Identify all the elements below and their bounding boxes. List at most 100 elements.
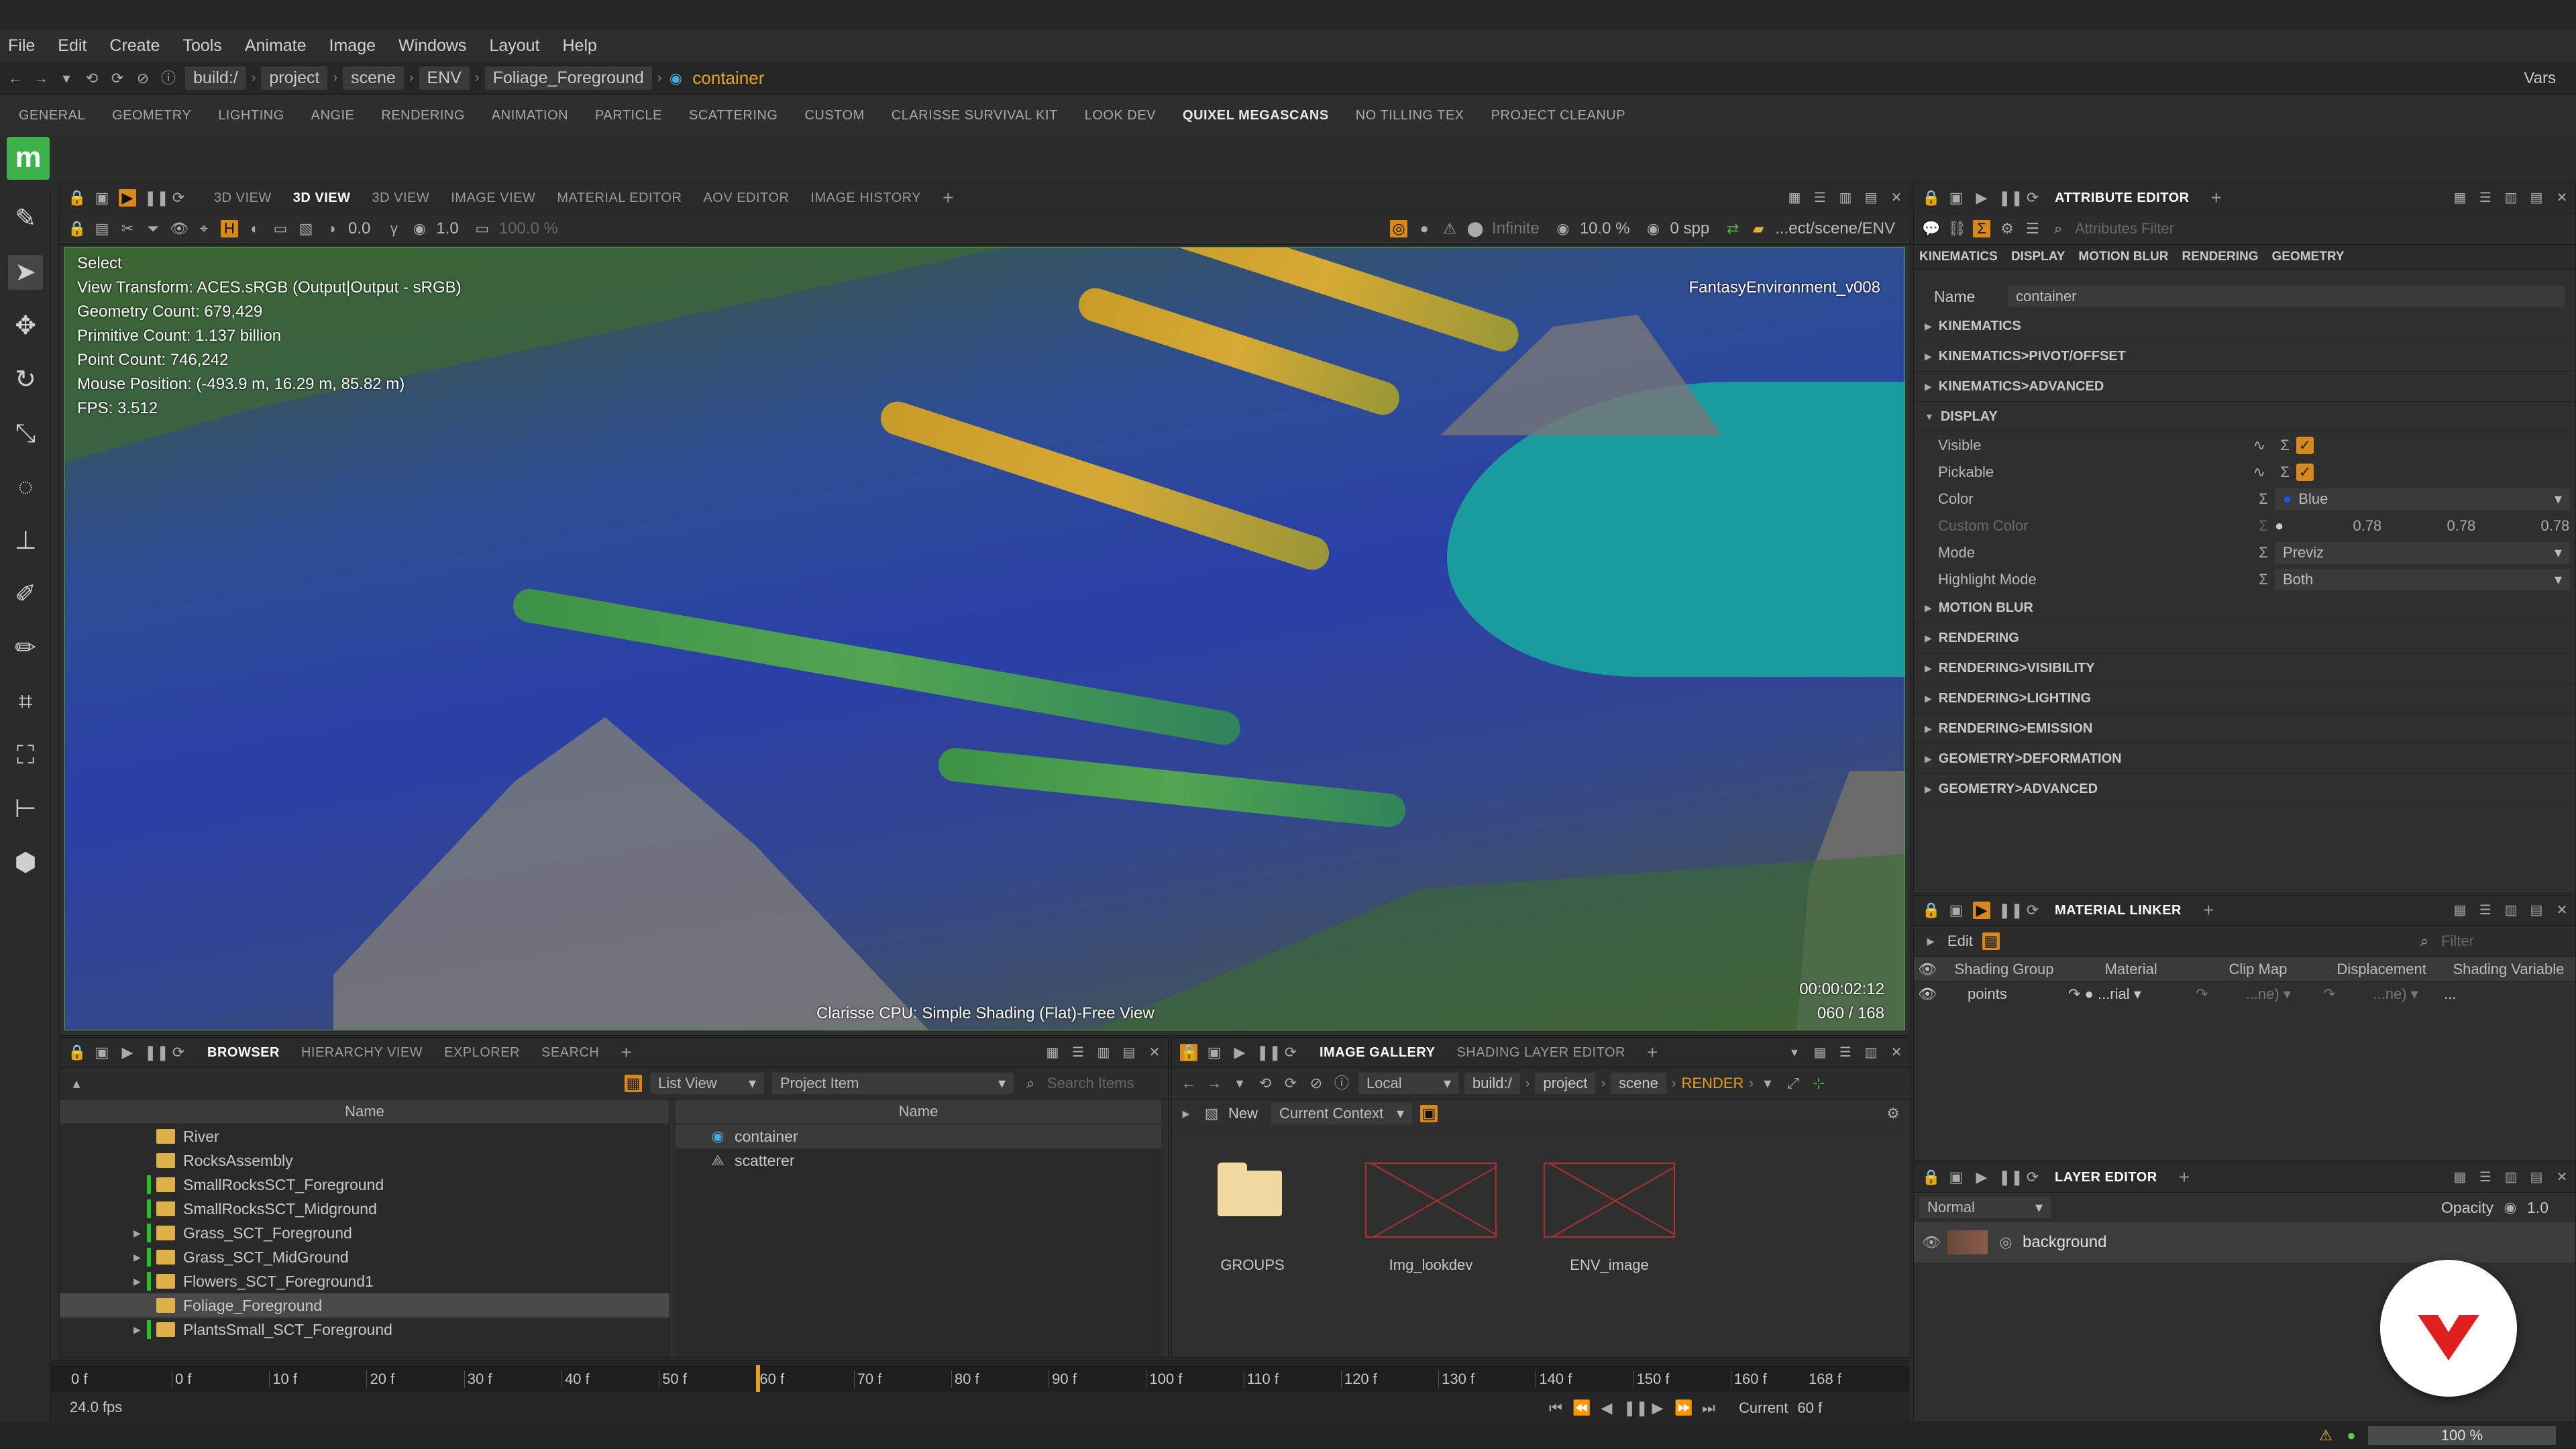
orbit-icon[interactable]: ◌ — [8, 470, 43, 504]
shelf-tab[interactable]: CLARISSE SURVIVAL KIT — [892, 108, 1058, 123]
settings-icon[interactable]: ⚙ — [1884, 1105, 1902, 1122]
layout-cols-icon[interactable]: ▥ — [1837, 190, 1854, 206]
frame-icon[interactable]: ⛶ — [8, 738, 43, 773]
target-icon[interactable]: ⌖ — [195, 220, 213, 237]
crop-icon[interactable]: ⌗ — [8, 684, 43, 719]
refresh-icon[interactable]: ⟳ — [109, 70, 126, 87]
tree-row[interactable]: River — [60, 1124, 669, 1148]
section-display[interactable]: ▼ DISPLAY — [1914, 402, 2575, 432]
tab-search[interactable]: SEARCH — [541, 1045, 599, 1061]
percent-value[interactable]: 10.0 % — [1580, 219, 1630, 238]
render-crumb[interactable]: RENDER — [1682, 1075, 1744, 1092]
display-icon[interactable]: ▭ — [272, 220, 289, 237]
lock-icon[interactable]: 🔒 — [68, 1044, 86, 1061]
refresh-icon[interactable]: ⟳ — [170, 189, 187, 207]
sigma-icon[interactable]: Σ — [2276, 437, 2294, 454]
tree-row[interactable]: ▶ Flowers_SCT_Foreground1 — [60, 1269, 669, 1293]
lock-icon[interactable]: 🔒 — [68, 220, 86, 237]
lock-icon[interactable]: 🔒 — [68, 189, 86, 207]
3d-viewport[interactable]: Select View Transform: ACES.sRGB (Output… — [64, 247, 1905, 1030]
shading-icon[interactable]: ◐ — [246, 220, 264, 237]
section-rendering-emission[interactable]: ▶ RENDERING>EMISSION — [1914, 714, 2575, 744]
mode-dropdown[interactable]: Previz ▾ — [2275, 542, 2570, 564]
tab-3d-view[interactable]: 3D VIEW — [214, 191, 272, 206]
camera-link-icon[interactable]: ⇄ — [1724, 220, 1741, 237]
menu-image[interactable]: Image — [329, 36, 376, 56]
first-frame-icon[interactable]: ⏮ — [1547, 1399, 1564, 1417]
layout-rows-icon[interactable]: ☰ — [2477, 190, 2493, 206]
back-arrow-icon[interactable]: ← — [7, 70, 24, 87]
subtab-display[interactable]: DISPLAY — [2011, 250, 2065, 264]
zoom-indicator[interactable]: 100 % — [2368, 1426, 2556, 1445]
measure-icon[interactable]: ⊢ — [8, 792, 43, 826]
play-icon[interactable]: ▶ — [119, 1044, 136, 1061]
tab-image-history[interactable]: IMAGE HISTORY — [810, 191, 921, 206]
play-backward-icon[interactable]: ◀ — [1598, 1399, 1615, 1417]
menu-layout[interactable]: Layout — [489, 36, 539, 56]
add-tab-icon[interactable]: + — [943, 187, 954, 209]
scale-icon[interactable]: ⤡ — [8, 416, 43, 451]
refresh-icon[interactable]: ⟳ — [2024, 902, 2041, 919]
layout-grid-icon[interactable]: ▦ — [2452, 1169, 2468, 1185]
missing-image-thumbnail[interactable] — [1544, 1163, 1675, 1238]
tree-row[interactable]: SmallRocksSCT_Midground — [60, 1197, 669, 1221]
tools-icon[interactable]: ✂ — [119, 220, 136, 237]
section-rendering-visibility[interactable]: ▶ RENDERING>VISIBILITY — [1914, 653, 2575, 684]
tree-row[interactable]: RocksAssembly — [60, 1148, 669, 1173]
highlight-dropdown[interactable]: Both ▾ — [2275, 569, 2570, 590]
layout-cols-icon[interactable]: ▥ — [1095, 1044, 1112, 1061]
tab-explorer[interactable]: EXPLORER — [444, 1045, 520, 1061]
visible-checkbox[interactable]: ✓ — [2296, 437, 2314, 454]
folder-icon[interactable] — [1218, 1163, 1285, 1216]
shelf-tab[interactable]: ANIMATION — [492, 108, 568, 123]
fps-value[interactable]: 24.0 fps — [70, 1399, 122, 1416]
menu-help[interactable]: Help — [563, 36, 597, 56]
row-clip-map[interactable]: ↷ ...ne) ▾ — [2196, 985, 2323, 1003]
missing-image-thumbnail[interactable] — [1365, 1163, 1497, 1238]
list-item[interactable]: ⟁ scatterer — [676, 1148, 1161, 1173]
pin-icon[interactable]: ▣ — [1947, 1169, 1965, 1186]
add-tab-icon[interactable]: + — [621, 1042, 632, 1063]
close-icon[interactable]: ✕ — [1146, 1044, 1163, 1061]
tab-3d-view-active[interactable]: 3D VIEW — [293, 191, 351, 206]
local-dropdown[interactable]: Local ▾ — [1358, 1073, 1459, 1094]
stamp-icon[interactable]: ⊥ — [8, 523, 43, 558]
gamma-value[interactable]: 1.0 — [436, 219, 458, 238]
material-icon[interactable]: ▦ — [1982, 932, 2000, 950]
hud-icon[interactable]: H — [221, 220, 238, 237]
pause-icon[interactable]: ❚❚ — [1998, 189, 2023, 207]
select-arrow-icon[interactable]: ➤ — [8, 255, 43, 290]
layout-full-icon[interactable]: ▤ — [2528, 902, 2544, 918]
chat-icon[interactable]: 💬 — [1922, 220, 1940, 237]
pin-icon[interactable]: ▣ — [93, 1044, 111, 1061]
move-icon[interactable]: ✥ — [8, 309, 43, 343]
layout-grid-icon[interactable]: ▦ — [1812, 1044, 1828, 1061]
path-crumb[interactable]: build:/ — [185, 66, 246, 90]
expand-icon[interactable]: ⤢ — [1784, 1075, 1802, 1092]
sigma-icon[interactable]: Σ — [2255, 544, 2272, 561]
shelf-tab[interactable]: PARTICLE — [595, 108, 662, 123]
shelf-tab[interactable]: LOOK DEV — [1085, 108, 1156, 123]
section-geometry-advanced[interactable]: ▶ GEOMETRY>ADVANCED — [1914, 774, 2575, 804]
col-clip-map[interactable]: Clip Map — [2194, 961, 2321, 978]
close-icon[interactable]: ✕ — [2554, 902, 2570, 918]
eye-icon[interactable]: 👁 — [1914, 985, 1941, 1003]
layout-full-icon[interactable]: ▤ — [2528, 190, 2544, 206]
material-linker-row[interactable]: 👁 points ↷ ● ...rial ▾ ↷ ...ne) ▾ ↷ ...n… — [1914, 982, 2575, 1006]
close-icon[interactable]: ✕ — [2554, 1169, 2570, 1185]
pin-icon[interactable]: ▣ — [1947, 189, 1965, 207]
timeline-end[interactable]: 168 f — [1809, 1371, 1841, 1388]
expand-arrow-icon[interactable]: ▸ — [1922, 932, 1939, 950]
add-tab-icon[interactable]: + — [2211, 187, 2222, 209]
tab-3d-view[interactable]: 3D VIEW — [372, 191, 430, 206]
close-icon[interactable]: ✕ — [2554, 190, 2570, 206]
layout-full-icon[interactable]: ▤ — [1121, 1044, 1137, 1061]
section-rendering[interactable]: ▶ RENDERING — [1914, 623, 2575, 653]
warning-icon[interactable]: ⚠ — [2317, 1427, 2334, 1444]
layout-cols-icon[interactable]: ▥ — [2503, 1169, 2519, 1185]
pause-icon[interactable]: ❚❚ — [1623, 1399, 1648, 1417]
lock-icon[interactable]: 🔒 — [1922, 1169, 1940, 1186]
shelf-tab[interactable]: LIGHTING — [218, 108, 284, 123]
scene-path[interactable]: ...ect/scene/ENV — [1775, 219, 1895, 238]
expand-arrow-icon[interactable]: ▶ — [133, 1228, 147, 1239]
